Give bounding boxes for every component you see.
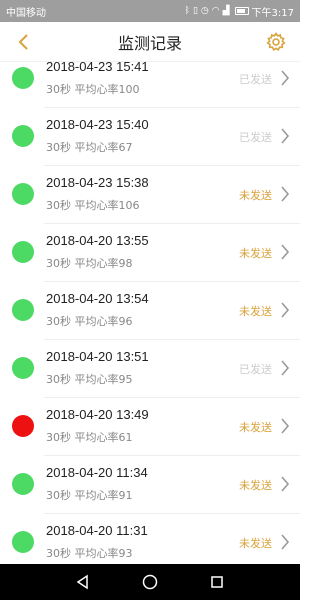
record-send-status: 已发送 <box>239 73 272 86</box>
record-send-status: 未发送 <box>239 537 272 550</box>
carrier-label: 中国移动 <box>6 7 46 19</box>
back-button[interactable] <box>10 28 38 56</box>
record-summary: 30秒 平均心率67 <box>46 141 133 154</box>
record-row[interactable]: 2018-04-20 13:55 30秒 平均心率98 未发送 <box>0 224 300 282</box>
record-summary: 30秒 平均心率106 <box>46 199 140 212</box>
nav-back-button[interactable] <box>68 567 98 597</box>
normal-status-dot <box>12 357 34 379</box>
record-send-status: 未发送 <box>239 421 272 434</box>
record-summary: 30秒 平均心率95 <box>46 373 133 386</box>
system-nav-bar <box>0 564 300 600</box>
record-datetime: 2018-04-20 13:55 <box>46 233 149 248</box>
record-datetime: 2018-04-20 11:34 <box>46 465 148 480</box>
chevron-right-icon <box>281 534 290 550</box>
header: 监测记录 <box>0 22 300 62</box>
clock-label: 下午3:17 <box>251 7 294 19</box>
chevron-right-icon <box>281 476 290 492</box>
chevron-right-icon <box>281 70 290 86</box>
wifi-icon: ◠ <box>211 6 220 16</box>
record-row[interactable]: 2018-04-20 11:31 30秒 平均心率93 未发送 <box>0 514 300 564</box>
record-send-status: 未发送 <box>239 305 272 318</box>
record-send-status: 未发送 <box>239 479 272 492</box>
record-row[interactable]: 2018-04-23 15:40 30秒 平均心率67 已发送 <box>0 108 300 166</box>
circle-home-icon <box>142 574 158 590</box>
record-list-inner: 2018-04-23 15:41 30秒 平均心率100 已发送 2018-04-23… <box>0 62 300 564</box>
chevron-right-icon <box>281 186 290 202</box>
record-datetime: 2018-04-23 15:38 <box>46 175 149 190</box>
record-row[interactable]: 2018-04-23 15:38 30秒 平均心率106 未发送 <box>0 166 300 224</box>
record-datetime: 2018-04-20 13:51 <box>46 349 149 364</box>
square-recent-icon <box>210 576 223 588</box>
bluetooth-icon: ᛒ <box>184 6 190 16</box>
record-datetime: 2018-04-23 15:41 <box>46 62 149 74</box>
record-row[interactable]: 2018-04-20 13:49 30秒 平均心率61 未发送 <box>0 398 300 456</box>
record-summary: 30秒 平均心率96 <box>46 315 133 328</box>
back-arrow-icon <box>18 34 28 50</box>
record-send-status: 已发送 <box>239 131 272 144</box>
record-send-status: 未发送 <box>239 189 272 202</box>
signal-icon: ▟ <box>222 6 230 16</box>
status-icons: ᛒ ▯ ◷ ◠ ▟ 下午3:17 <box>185 4 294 19</box>
record-summary: 30秒 平均心率91 <box>46 489 133 502</box>
page-title: 监测记录 <box>117 33 182 53</box>
record-row[interactable]: 2018-04-20 11:34 30秒 平均心率91 未发送 <box>0 456 300 514</box>
normal-status-dot <box>12 183 34 205</box>
record-datetime: 2018-04-20 13:54 <box>46 291 149 306</box>
record-row[interactable]: 2018-04-23 15:41 30秒 平均心率100 已发送 <box>0 62 300 108</box>
gear-icon <box>266 32 286 51</box>
record-datetime: 2018-04-23 15:40 <box>46 117 149 132</box>
triangle-back-icon <box>76 574 89 590</box>
alarm-icon: ◷ <box>200 6 209 16</box>
normal-status-dot <box>12 67 34 89</box>
record-datetime: 2018-04-20 11:31 <box>46 523 148 538</box>
record-list[interactable]: 2018-04-23 15:41 30秒 平均心率100 已发送 2018-04-23… <box>0 62 300 564</box>
nav-home-button[interactable] <box>135 567 165 597</box>
settings-button[interactable] <box>262 28 290 56</box>
normal-status-dot <box>12 531 34 553</box>
chevron-right-icon <box>281 360 290 376</box>
record-summary: 30秒 平均心率100 <box>46 83 140 96</box>
normal-status-dot <box>12 125 34 147</box>
record-send-status: 已发送 <box>239 363 272 376</box>
battery-icon <box>234 7 249 15</box>
chevron-right-icon <box>281 302 290 318</box>
normal-status-dot <box>12 299 34 321</box>
normal-status-dot <box>12 241 34 263</box>
record-send-status: 未发送 <box>239 247 272 260</box>
status-bar: 中国移动 ᛒ ▯ ◷ ◠ ▟ 下午3:17 <box>0 0 300 22</box>
vibrate-icon: ▯ <box>192 6 198 16</box>
record-row[interactable]: 2018-04-20 13:51 30秒 平均心率95 已发送 <box>0 340 300 398</box>
record-row[interactable]: 2018-04-20 13:54 30秒 平均心率96 未发送 <box>0 282 300 340</box>
chevron-right-icon <box>281 128 290 144</box>
record-summary: 30秒 平均心率98 <box>46 257 133 270</box>
nav-recent-button[interactable] <box>202 567 232 597</box>
record-summary: 30秒 平均心率93 <box>46 547 133 560</box>
normal-status-dot <box>12 473 34 495</box>
chevron-right-icon <box>281 418 290 434</box>
record-summary: 30秒 平均心率61 <box>46 431 133 444</box>
record-datetime: 2018-04-20 13:49 <box>46 407 149 422</box>
alert-status-dot <box>12 415 34 437</box>
chevron-right-icon <box>281 244 290 260</box>
